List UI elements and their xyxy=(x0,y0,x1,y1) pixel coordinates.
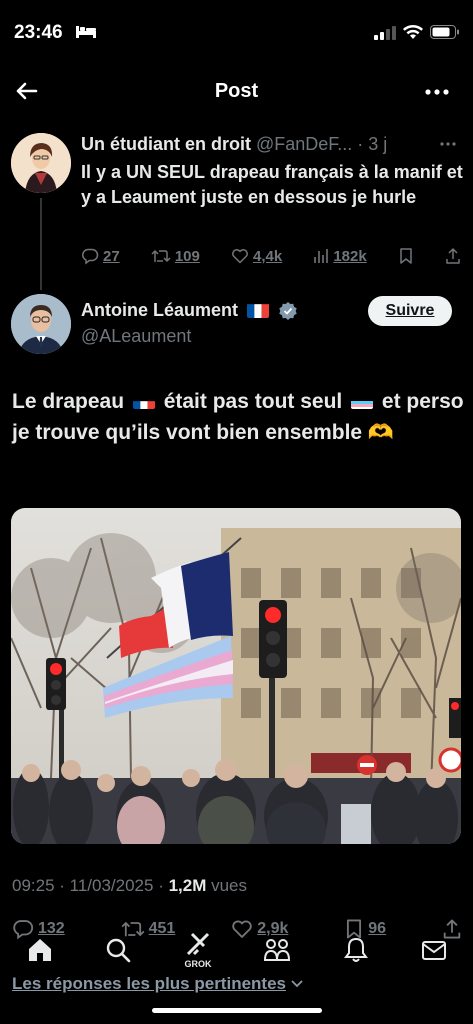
messages-envelope-icon[interactable] xyxy=(420,936,448,964)
replies-sort-label: Les réponses les plus pertinentes xyxy=(12,974,286,993)
more-options-icon[interactable] xyxy=(420,78,454,106)
post-timestamp[interactable]: 09:25 · 11/03/2025 · xyxy=(12,876,169,895)
home-indicator[interactable] xyxy=(152,1008,322,1013)
parent-share-button[interactable] xyxy=(445,247,461,265)
parent-author-avatar[interactable] xyxy=(11,133,71,193)
share-icon xyxy=(446,248,460,264)
protest-scene-image xyxy=(11,508,461,844)
main-author-name[interactable]: Antoine Léaument xyxy=(81,300,238,321)
home-icon[interactable] xyxy=(26,936,54,964)
sleep-focus-icon xyxy=(76,26,96,38)
follow-button[interactable]: Suivre xyxy=(368,296,452,326)
views-chart-icon xyxy=(314,249,329,263)
replies-sort-dropdown[interactable]: Les réponses les plus pertinentes xyxy=(12,974,304,994)
main-author-handle[interactable]: @ALeaument xyxy=(81,326,191,347)
parent-repost-count: 109 xyxy=(174,247,200,265)
parent-like-button[interactable]: 4,4k xyxy=(231,247,282,265)
parent-reply-count: 27 xyxy=(103,247,120,265)
parent-reply-button[interactable]: 27 xyxy=(81,247,120,265)
grok-icon xyxy=(186,932,210,956)
main-tweet-text: Le drapeau était pas tout seul et perso … xyxy=(12,386,467,448)
tweet-text-part1: Le drapeau xyxy=(12,390,130,413)
heart-icon xyxy=(232,249,248,264)
notifications-bell-icon[interactable] xyxy=(342,936,370,964)
cellular-signal-icon xyxy=(374,26,396,40)
repost-icon xyxy=(151,250,171,262)
main-author-line[interactable]: Antoine Léaument xyxy=(81,300,298,321)
thread-connector-line xyxy=(40,198,42,290)
parent-author-line[interactable]: Un étudiant en droit @FanDeF... · 3 j xyxy=(81,134,451,155)
chevron-down-icon xyxy=(291,980,303,988)
wifi-icon xyxy=(403,25,423,39)
french-flag-icon xyxy=(247,303,270,318)
page-title: Post xyxy=(214,80,259,102)
post-views-count: 1,2M xyxy=(168,876,207,895)
reply-icon xyxy=(82,248,99,265)
parent-tweet-text: Il y a UN SEUL drapeau français à la man… xyxy=(81,162,463,207)
transgender-flag-emoji-icon xyxy=(351,394,374,409)
parent-more-icon[interactable] xyxy=(438,134,458,154)
bookmark-icon xyxy=(400,248,412,264)
grok-tab[interactable]: GROK xyxy=(180,932,216,969)
parent-author-name[interactable]: Un étudiant en droit xyxy=(81,134,251,154)
parent-views-count: 182k xyxy=(333,247,367,265)
communities-icon[interactable] xyxy=(262,936,292,964)
battery-icon xyxy=(430,25,459,39)
heart-hands-emoji: 🫶 xyxy=(367,421,395,444)
post-photo[interactable] xyxy=(11,508,461,844)
parent-repost-button[interactable]: 109 xyxy=(151,247,200,265)
tweet-text-part2: était pas tout seul xyxy=(157,390,349,413)
parent-author-handle-time[interactable]: @FanDeF... · 3 j xyxy=(251,134,387,154)
grok-label: GROK xyxy=(184,959,212,969)
parent-views-button[interactable]: 182k xyxy=(313,247,367,265)
post-meta-line: 09:25 · 11/03/2025 · 1,2M vues xyxy=(12,876,247,896)
search-icon[interactable] xyxy=(104,936,132,964)
post-views-label: vues xyxy=(206,876,248,895)
parent-action-bar: 27 109 4,4k 182k xyxy=(81,247,461,265)
parent-bookmark-button[interactable] xyxy=(398,247,414,265)
parent-like-count: 4,4k xyxy=(253,247,283,265)
status-time: 23:46 xyxy=(14,22,63,43)
bottom-navigation: GROK xyxy=(0,930,473,980)
french-flag-emoji-icon xyxy=(132,394,155,409)
verified-badge-icon xyxy=(279,301,297,320)
main-author-avatar[interactable] xyxy=(11,294,71,354)
